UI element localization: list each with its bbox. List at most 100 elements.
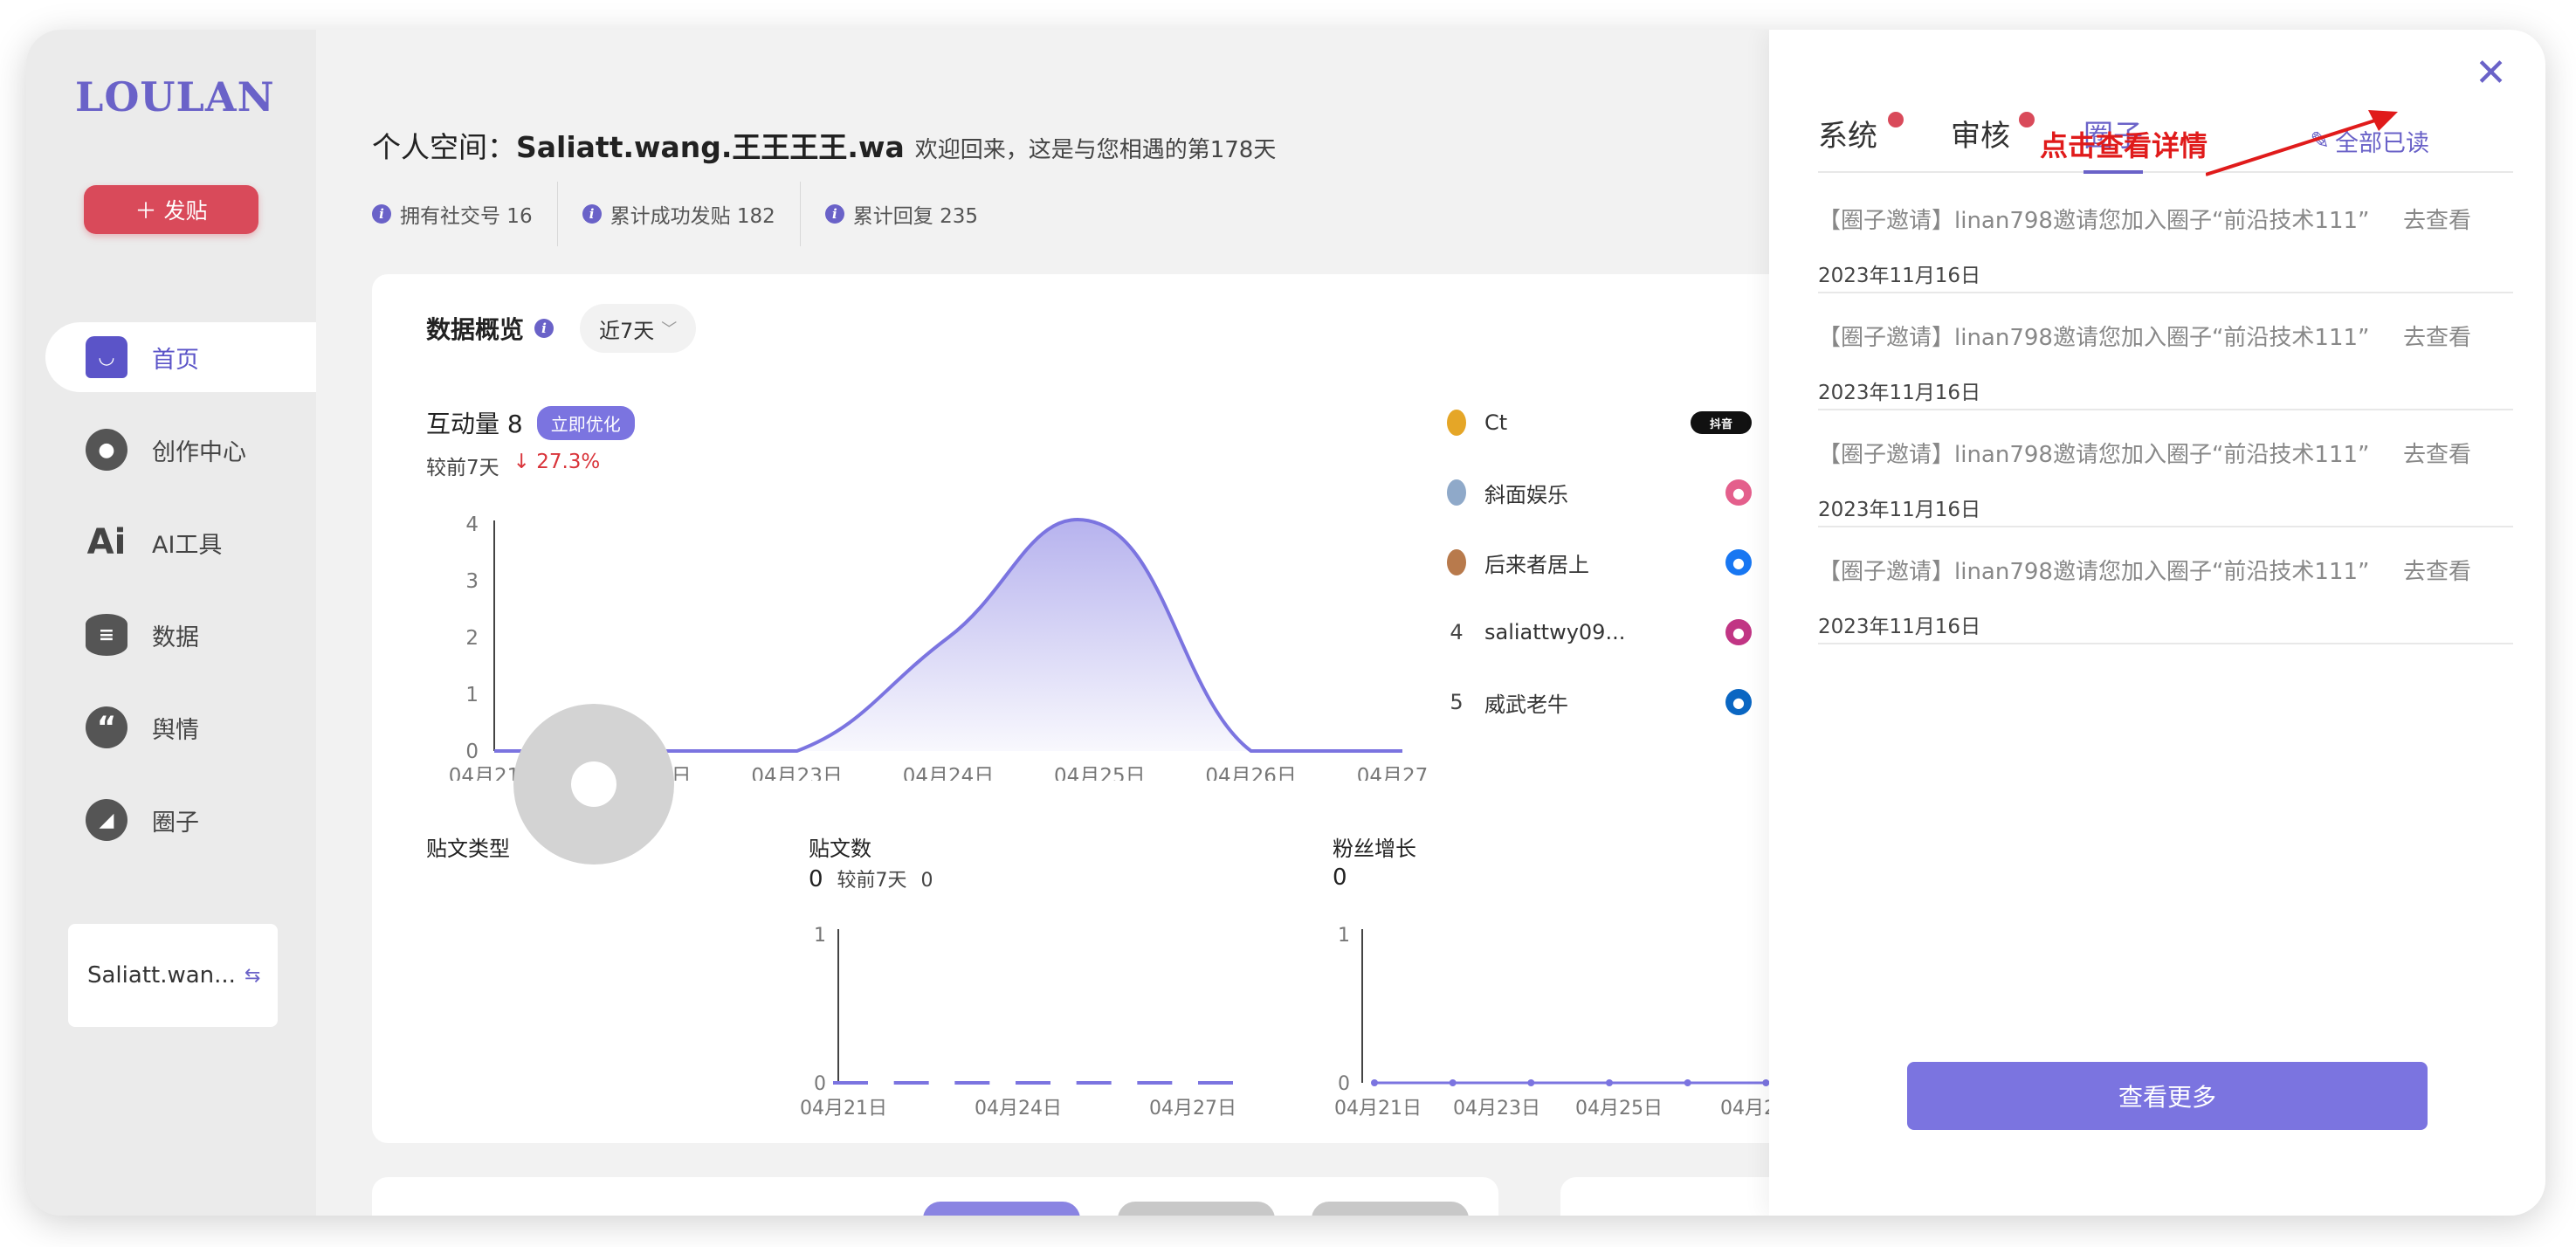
stat-label: 累计成功发贴 182 bbox=[610, 205, 775, 228]
ranking-row[interactable]: 5 威武老牛 ● bbox=[1437, 667, 1752, 737]
data-point bbox=[1449, 1079, 1457, 1086]
rank-number: 5 bbox=[1450, 690, 1464, 714]
overview-title: 数据概览 bbox=[426, 315, 525, 344]
x-tick-label: 04月21日 bbox=[1334, 1098, 1422, 1120]
data-point bbox=[1606, 1079, 1613, 1086]
notification-text: 【圈子邀请】linan798邀请您加入圈子“前沿技术111” bbox=[1818, 325, 2370, 351]
tab-system[interactable]: 系统 bbox=[1818, 112, 1877, 155]
notification-item[interactable]: 【圈子邀请】linan798邀请您加入圈子“前沿技术111” 去查看 2023年11… bbox=[1818, 410, 2513, 527]
ranking-row[interactable]: 斜面娱乐 ● bbox=[1437, 458, 1752, 527]
plus-icon: ＋ bbox=[134, 198, 157, 224]
facebook-icon: ● bbox=[1725, 549, 1752, 575]
account-name: saliattwy09... bbox=[1484, 620, 1626, 644]
view-link[interactable]: 去查看 bbox=[2403, 320, 2471, 352]
tab-pill[interactable] bbox=[1118, 1202, 1275, 1216]
y-tick-label: 2 bbox=[465, 627, 479, 650]
x-tick-label: 04月23日 bbox=[751, 765, 843, 781]
x-tick-label: 04月26日 bbox=[1205, 765, 1297, 781]
account-name: Saliatt.wan... bbox=[87, 962, 236, 989]
view-more-button[interactable]: 查看更多 bbox=[1907, 1062, 2428, 1130]
tab-pill-active[interactable] bbox=[923, 1202, 1080, 1216]
account-switcher[interactable]: Saliatt.wan... ⇆ bbox=[68, 924, 278, 1027]
post-count-value: 0 较前7天 0 bbox=[809, 865, 933, 892]
compare-row: 较前7天 ↓ 27.3% bbox=[426, 451, 600, 480]
sidebar-item-label: 数据 bbox=[152, 624, 199, 651]
title-prefix: 个人空间： bbox=[372, 130, 516, 164]
notification-item[interactable]: 【圈子邀请】linan798邀请您加入圈子“前沿技术111” 去查看 2023年11… bbox=[1818, 527, 2513, 644]
range-value: 近7天 bbox=[599, 318, 655, 343]
notification-text: 【圈子邀请】linan798邀请您加入圈子“前沿技术111” bbox=[1818, 559, 2370, 585]
stat-label: 拥有社交号 16 bbox=[400, 205, 533, 228]
sidebar-item-ai-tools[interactable]: Ai AI工具 bbox=[26, 507, 316, 577]
sidebar-item-label: 首页 bbox=[152, 346, 199, 374]
notification-text: 【圈子邀请】linan798邀请您加入圈子“前沿技术111” bbox=[1818, 208, 2370, 234]
x-tick-label: 04月25日 bbox=[1575, 1098, 1663, 1120]
interaction-metric: 互动量 8 立即优化 bbox=[426, 405, 635, 440]
sidebar-item-label: 圈子 bbox=[152, 809, 199, 837]
y-tick-label: 1 bbox=[465, 684, 479, 706]
notification-item[interactable]: 【圈子邀请】linan798邀请您加入圈子“前沿技术111” 去查看 2023年11… bbox=[1818, 176, 2513, 293]
unread-dot bbox=[1888, 112, 1904, 127]
compare-label: 较前7天 bbox=[426, 457, 499, 479]
compare-value: ↓ 27.3% bbox=[513, 451, 601, 473]
optimize-button[interactable]: 立即优化 bbox=[536, 405, 635, 440]
range-select[interactable]: 近7天 ﹀ bbox=[580, 304, 697, 353]
tab-pill[interactable] bbox=[1312, 1202, 1469, 1216]
x-tick-label: 04月2 bbox=[1720, 1098, 1776, 1120]
post-button[interactable]: ＋ 发贴 bbox=[84, 185, 258, 234]
fans-title: 粉丝增长 bbox=[1333, 837, 1416, 861]
ranking-row[interactable]: Ct 抖音 bbox=[1437, 388, 1752, 458]
y-tick-label: 0 bbox=[1338, 1073, 1350, 1095]
account-name: 斜面娱乐 bbox=[1484, 482, 1568, 507]
x-tick-label: 04月27日 bbox=[1149, 1098, 1236, 1120]
y-tick-label: 3 bbox=[465, 570, 479, 593]
y-tick-label: 4 bbox=[465, 513, 479, 536]
sidebar-item-data[interactable]: ≡ 数据 bbox=[26, 600, 316, 670]
data-point bbox=[1684, 1079, 1691, 1086]
chevron-down-icon: ﹀ bbox=[661, 320, 678, 339]
notification-date: 2023年11月16日 bbox=[1818, 616, 1981, 638]
x-tick-label: 04月27日 bbox=[1357, 765, 1429, 781]
sidebar-nav: ◡ 首页 ● 创作中心 Ai AI工具 ≡ 数据 “ 舆情 ◢ 圈子 bbox=[26, 322, 316, 878]
notification-list: 【圈子邀请】linan798邀请您加入圈子“前沿技术111” 去查看 2023年11… bbox=[1818, 176, 2513, 644]
post-button-label: 发贴 bbox=[163, 198, 208, 224]
linkedin-icon: ● bbox=[1725, 689, 1752, 715]
view-link[interactable]: 去查看 bbox=[2403, 437, 2471, 469]
sidebar-item-label: AI工具 bbox=[152, 531, 223, 559]
account-name: Ct bbox=[1484, 410, 1508, 435]
data-point bbox=[1527, 1079, 1535, 1086]
sidebar-item-sentiment[interactable]: “ 舆情 bbox=[26, 692, 316, 762]
view-link[interactable]: 去查看 bbox=[2403, 203, 2471, 235]
fans-value: 0 bbox=[1333, 865, 1347, 891]
ai-icon: Ai bbox=[86, 522, 127, 562]
tab-review[interactable]: 审核 bbox=[1951, 112, 2010, 155]
notification-text: 【圈子邀请】linan798邀请您加入圈子“前沿技术111” bbox=[1818, 442, 2370, 468]
x-tick-label: 04月24日 bbox=[975, 1098, 1062, 1120]
metric-label: 互动量 8 bbox=[426, 410, 523, 438]
view-link[interactable]: 去查看 bbox=[2403, 554, 2471, 586]
compass-icon: ◢ bbox=[86, 799, 127, 841]
tiktok-icon: 抖音 bbox=[1691, 411, 1752, 434]
notification-item[interactable]: 【圈子邀请】linan798邀请您加入圈子“前沿技术111” 去查看 2023年11… bbox=[1818, 293, 2513, 410]
sidebar-item-circle[interactable]: ◢ 圈子 bbox=[26, 785, 316, 855]
sidebar-item-home[interactable]: ◡ 首页 bbox=[45, 322, 316, 392]
sidebar-item-label: 创作中心 bbox=[152, 438, 246, 466]
instagram-icon: ● bbox=[1725, 619, 1752, 645]
stats-bar: i 拥有社交号 16 i 累计成功发贴 182 i 累计回复 235 bbox=[372, 182, 1027, 246]
post-count-number: 0 bbox=[809, 866, 823, 892]
annotation-arrow bbox=[2206, 110, 2398, 176]
ranking-row[interactable]: 4 saliattwy09... ● bbox=[1437, 597, 1752, 667]
ranking-row[interactable]: 后来者居上 ● bbox=[1437, 527, 1752, 597]
silver-medal-icon bbox=[1447, 479, 1466, 506]
database-icon: ≡ bbox=[86, 614, 127, 656]
post-count-title: 贴文数 bbox=[809, 837, 871, 861]
swap-icon[interactable]: ⇆ bbox=[245, 965, 260, 987]
y-tick-label: 0 bbox=[465, 741, 479, 763]
info-icon[interactable]: i bbox=[534, 319, 554, 338]
sidebar-item-creation[interactable]: ● 创作中心 bbox=[26, 415, 316, 485]
overview-card: 数据概览 i 近7天 ﹀ 互动量 8 立即优化 较前7天 ↓ 27.3% 0 1 2… bbox=[372, 274, 1856, 1143]
account-name: 威武老牛 bbox=[1484, 692, 1568, 717]
post-types-donut bbox=[513, 704, 674, 865]
y-tick-label: 1 bbox=[814, 925, 826, 947]
sidebar-item-label: 舆情 bbox=[152, 716, 199, 744]
